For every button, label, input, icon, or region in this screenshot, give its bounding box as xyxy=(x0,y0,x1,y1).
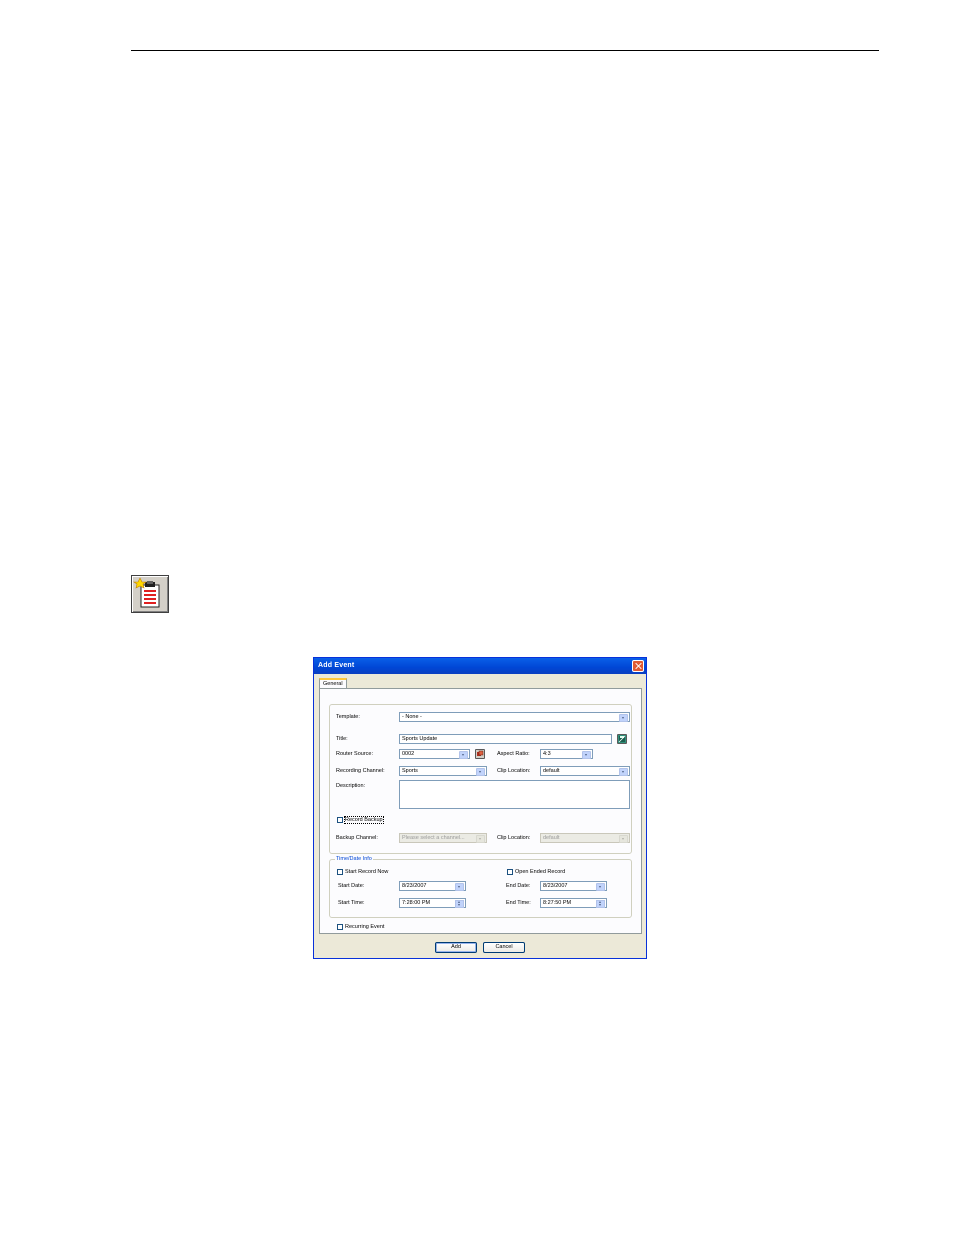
chevron-down-icon[interactable] xyxy=(582,751,591,759)
start-date-picker[interactable]: 8/23/2007 xyxy=(399,881,466,891)
start-record-now-checkbox[interactable] xyxy=(337,869,343,875)
spinner-icon[interactable] xyxy=(455,900,464,908)
time-date-legend: Time/Date Info xyxy=(335,856,373,862)
end-time-label: End Time: xyxy=(506,900,531,906)
header-rule xyxy=(131,50,879,51)
end-date-label: End Date: xyxy=(506,883,531,889)
event-details-group xyxy=(329,704,632,854)
recording-channel-select[interactable]: Sports xyxy=(399,766,487,776)
recurring-event-checkbox[interactable] xyxy=(337,924,343,930)
add-event-dialog: Add Event General Template: - None - Tit… xyxy=(313,657,647,959)
open-ended-record-label[interactable]: Open Ended Record xyxy=(515,869,565,875)
chevron-down-icon[interactable] xyxy=(619,835,628,843)
aspect-ratio-select[interactable]: 4:3 xyxy=(540,749,593,759)
backup-channel-value: Please select a channel... xyxy=(402,835,465,841)
title-input[interactable]: Sports Update xyxy=(399,734,612,744)
title-value: Sports Update xyxy=(402,736,438,742)
chevron-down-icon[interactable] xyxy=(596,883,605,891)
start-time-value: 7:28:00 PM xyxy=(402,900,431,906)
record-backup-label[interactable]: Record Backup xyxy=(344,816,384,824)
backup-clip-location-label: Clip Location: xyxy=(497,835,531,841)
clip-location-select[interactable]: default xyxy=(540,766,630,776)
chevron-down-icon[interactable] xyxy=(476,768,485,776)
chevron-down-icon[interactable] xyxy=(459,751,468,759)
router-source-icon[interactable] xyxy=(475,749,485,759)
add-button[interactable]: Add xyxy=(435,942,477,953)
template-value: - None - xyxy=(402,714,422,720)
record-backup-checkbox[interactable] xyxy=(337,817,343,823)
recording-channel-value: Sports xyxy=(402,768,418,774)
end-date-picker[interactable]: 8/23/2007 xyxy=(540,881,607,891)
clip-location-value: default xyxy=(543,768,560,774)
recording-channel-label: Recording Channel: xyxy=(336,768,385,774)
cancel-button[interactable]: Cancel xyxy=(483,942,525,953)
general-panel: Template: - None - Title: Sports Update … xyxy=(319,688,642,934)
aspect-ratio-value: 4:3 xyxy=(543,751,551,757)
start-time-label: Start Time: xyxy=(338,900,365,906)
router-source-label: Router Source: xyxy=(336,751,373,757)
dialog-titlebar[interactable]: Add Event xyxy=(314,658,646,674)
backup-clip-location-select[interactable]: default xyxy=(540,833,630,843)
router-source-select[interactable]: 0002 xyxy=(399,749,470,759)
description-textarea[interactable] xyxy=(399,780,630,809)
end-date-value: 8/23/2007 xyxy=(543,883,568,889)
save-template-icon[interactable] xyxy=(617,734,627,744)
template-label: Template: xyxy=(336,714,360,720)
start-date-label: Start Date: xyxy=(338,883,365,889)
start-record-now-label[interactable]: Start Record Now xyxy=(345,869,388,875)
disk-icon xyxy=(618,735,626,743)
clip-location-label: Clip Location: xyxy=(497,768,531,774)
title-label: Title: xyxy=(336,736,348,742)
router-source-value: 0002 xyxy=(402,751,415,757)
start-date-value: 8/23/2007 xyxy=(402,883,427,889)
template-select[interactable]: - None - xyxy=(399,712,630,722)
router-icon xyxy=(477,750,484,756)
end-time-spinner[interactable]: 8:27:50 PM xyxy=(540,898,607,908)
chevron-down-icon[interactable] xyxy=(455,883,464,891)
description-label: Description: xyxy=(336,783,366,789)
add-event-toolbar-icon[interactable] xyxy=(131,575,169,613)
chevron-down-icon[interactable] xyxy=(619,768,628,776)
spinner-icon[interactable] xyxy=(596,900,605,908)
backup-clip-location-value: default xyxy=(543,835,560,841)
chevron-down-icon[interactable] xyxy=(619,714,628,722)
tab-general-label: General xyxy=(323,681,343,687)
end-time-value: 8:27:50 PM xyxy=(543,900,572,906)
backup-channel-select[interactable]: Please select a channel... xyxy=(399,833,487,843)
start-time-spinner[interactable]: 7:28:00 PM xyxy=(399,898,466,908)
close-icon[interactable] xyxy=(632,660,644,672)
aspect-ratio-label: Aspect Ratio: xyxy=(497,751,530,757)
dialog-title: Add Event xyxy=(318,662,355,669)
open-ended-record-checkbox[interactable] xyxy=(507,869,513,875)
chevron-down-icon[interactable] xyxy=(476,835,485,843)
backup-channel-label: Backup Channel: xyxy=(336,835,378,841)
recurring-event-label[interactable]: Recurring Event xyxy=(345,924,384,930)
clipboard-icon xyxy=(133,577,160,608)
tab-general[interactable]: General xyxy=(319,678,347,688)
